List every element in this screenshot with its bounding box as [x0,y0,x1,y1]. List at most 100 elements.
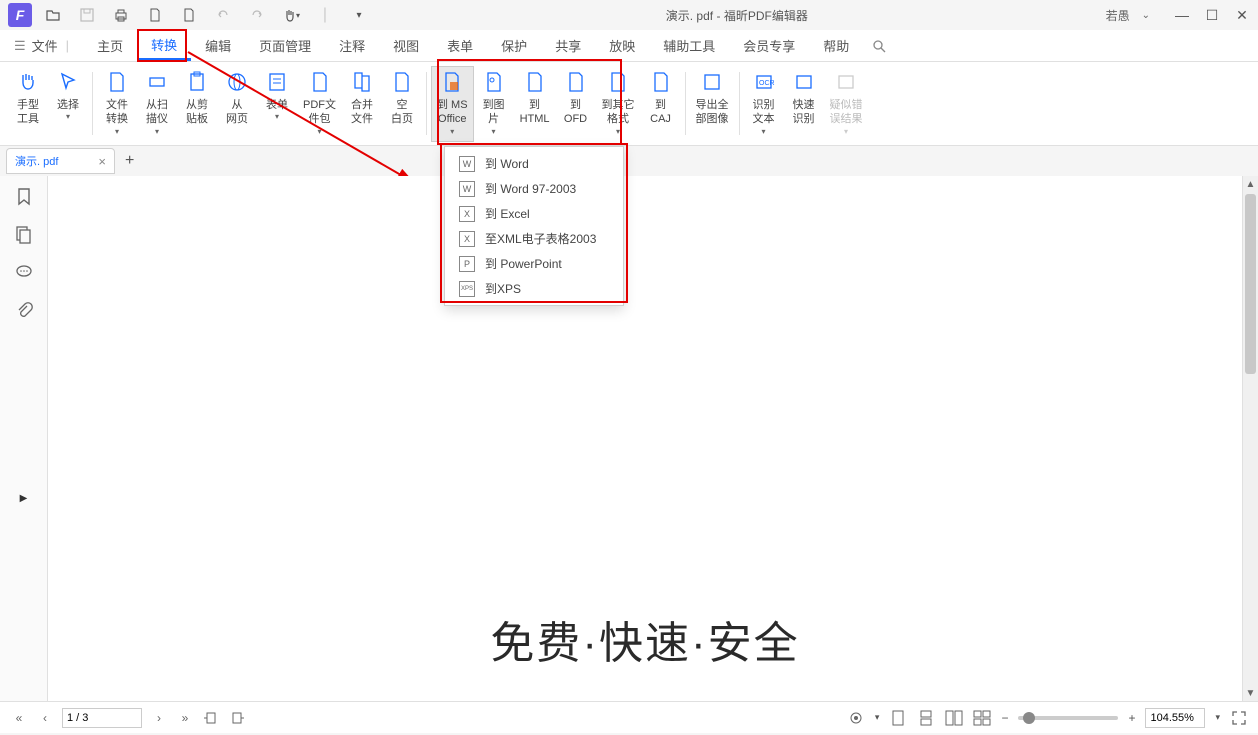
user-dropdown-icon[interactable]: ⌄ [1142,10,1150,21]
zoom-slider[interactable] [1018,716,1118,720]
collapse-sidebar-icon[interactable]: ▶ [12,486,36,510]
ocr-text-button[interactable]: OCR 识别 文本▾ [744,66,784,142]
excel-icon: X [459,206,475,222]
tab-annotate[interactable]: 注释 [325,30,379,61]
scroll-down-icon[interactable]: ▼ [1243,685,1258,701]
caj-icon [647,68,675,96]
tab-view[interactable]: 视图 [379,30,433,61]
last-page-icon[interactable]: » [176,709,194,727]
from-web-button[interactable]: 从 网页 [217,66,257,142]
to-image-button[interactable]: 到图 片▾ [474,66,514,142]
hand-icon[interactable]: ▾ [282,6,300,24]
next-page-icon[interactable]: › [150,709,168,727]
maximize-button[interactable]: ☐ [1204,7,1220,23]
doc2-icon[interactable] [180,6,198,24]
scroll-thumb[interactable] [1245,194,1256,374]
add-tab-button[interactable]: + [125,152,134,170]
tab-member[interactable]: 会员专享 [729,30,809,61]
tab-form[interactable]: 表单 [433,30,487,61]
clipboard-icon [183,68,211,96]
tab-share[interactable]: 共享 [541,30,595,61]
blank-page-button[interactable]: 空 白页 [382,66,422,142]
nav-forward-icon[interactable] [228,709,246,727]
tab-help[interactable]: 帮助 [809,30,863,61]
to-xps-item[interactable]: XPS 到XPS [445,276,623,301]
first-page-icon[interactable]: « [10,709,28,727]
close-tab-icon[interactable]: × [98,154,106,169]
page-content-text: 免费·快速·安全 [490,607,799,671]
to-powerpoint-item[interactable]: P 到 PowerPoint [445,251,623,276]
ocr-suspect-icon [832,68,860,96]
form-button[interactable]: 表单▾ [257,66,297,142]
tab-convert[interactable]: 转换 [137,30,191,61]
file-menu[interactable]: ☰ 文件 | [8,30,83,61]
from-clipboard-button[interactable]: 从剪 贴板 [177,66,217,142]
to-html-button[interactable]: 到 HTML [514,66,556,142]
tab-edit[interactable]: 编辑 [191,30,245,61]
pdf-package-button[interactable]: PDF文 件包▾ [297,66,342,142]
comments-icon[interactable] [12,260,36,284]
scroll-track[interactable] [1243,192,1258,685]
xml-icon: X [459,231,475,247]
page-canvas[interactable]: 免费·快速·安全 [48,176,1242,701]
qat-dropdown-icon[interactable]: ▾ [350,6,368,24]
to-office-dropdown: W 到 Word W 到 Word 97-2003 X 到 Excel X 至X… [444,146,624,306]
tab-page-manage[interactable]: 页面管理 [245,30,325,61]
tab-present[interactable]: 放映 [595,30,649,61]
xps-icon: XPS [459,281,475,297]
from-scanner-button[interactable]: 从扫 描仪▾ [137,66,177,142]
page-input[interactable] [62,708,142,728]
continuous-icon[interactable] [917,709,935,727]
to-ofd-button[interactable]: 到 OFD [556,66,596,142]
quick-ocr-button[interactable]: 快速 识别 [784,66,824,142]
to-word-item[interactable]: W 到 Word [445,151,623,176]
scroll-up-icon[interactable]: ▲ [1243,176,1258,192]
export-images-icon [698,68,726,96]
document-tab-label: 演示. pdf [15,153,58,169]
hand-tool-icon [14,68,42,96]
tab-home[interactable]: 主页 [83,30,137,61]
fullscreen-icon[interactable] [1230,709,1248,727]
zoom-input[interactable] [1145,708,1205,728]
zoom-knob[interactable] [1023,712,1035,724]
single-page-icon[interactable] [889,709,907,727]
to-xml2003-item[interactable]: X 至XML电子表格2003 [445,226,623,251]
doc1-icon[interactable] [146,6,164,24]
merge-button[interactable]: 合并 文件 [342,66,382,142]
prev-page-icon[interactable]: ‹ [36,709,54,727]
bookmarks-icon[interactable] [12,184,36,208]
file-convert-icon [103,68,131,96]
nav-back-icon[interactable] [202,709,220,727]
to-other-button[interactable]: 到其它 格式▾ [596,66,641,142]
print-icon[interactable] [112,6,130,24]
quick-ocr-icon [790,68,818,96]
search-icon[interactable] [871,38,887,54]
export-images-button[interactable]: 导出全 部图像 [690,66,735,142]
tab-protect[interactable]: 保护 [487,30,541,61]
to-caj-button[interactable]: 到 CAJ [641,66,681,142]
read-mode-icon[interactable] [847,709,865,727]
user-name[interactable]: 若愚 [1106,7,1130,24]
select-button[interactable]: 选择 ▾ [48,66,88,142]
attachments-icon[interactable] [12,298,36,322]
to-word97-item[interactable]: W 到 Word 97-2003 [445,176,623,201]
to-excel-item[interactable]: X 到 Excel [445,201,623,226]
file-convert-button[interactable]: 文件 转换▾ [97,66,137,142]
two-page-icon[interactable] [945,709,963,727]
redo-icon [248,6,266,24]
two-page-continuous-icon[interactable] [973,709,991,727]
vertical-scrollbar[interactable]: ▲ ▼ [1242,176,1258,701]
zoom-in-icon[interactable]: + [1128,711,1135,725]
minimize-button[interactable]: — [1174,7,1190,23]
open-icon[interactable] [44,6,62,24]
close-button[interactable]: ✕ [1234,7,1250,23]
to-ms-office-button[interactable]: 到 MS Office▾ [431,66,474,142]
document-tab[interactable]: 演示. pdf × [6,148,115,174]
blank-icon [388,68,416,96]
cursor-icon [54,68,82,96]
zoom-out-icon[interactable]: − [1001,711,1008,725]
ribbon-separator [739,72,740,135]
hand-tool-button[interactable]: 手型 工具 [8,66,48,142]
tab-accessibility[interactable]: 辅助工具 [649,30,729,61]
pages-icon[interactable] [12,222,36,246]
